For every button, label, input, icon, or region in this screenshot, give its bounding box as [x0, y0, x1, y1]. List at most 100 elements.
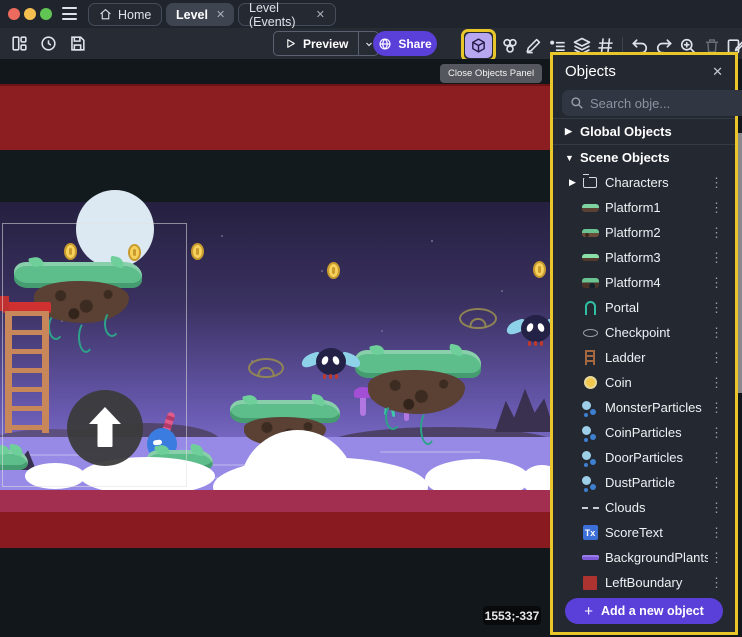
object-row[interactable]: ▶ Ladder ⋮: [553, 345, 735, 370]
plus-icon: +: [584, 603, 593, 620]
play-icon: [284, 37, 297, 50]
object-row[interactable]: ▶ ScoreText ⋮: [553, 520, 735, 545]
add-new-object-button[interactable]: + Add a new object: [565, 598, 723, 624]
close-window-button[interactable]: [8, 8, 20, 20]
kebab-menu-icon[interactable]: ⋮: [708, 325, 725, 341]
eye-outline-sketch[interactable]: [459, 308, 497, 329]
highlight-box-objects-button: [461, 29, 496, 62]
kebab-menu-icon[interactable]: ⋮: [708, 500, 725, 516]
kebab-menu-icon[interactable]: ⋮: [708, 200, 725, 216]
tab-home[interactable]: Home: [88, 3, 162, 26]
close-tab-icon[interactable]: ✕: [316, 8, 325, 21]
object-row[interactable]: ▶ Characters ⋮: [553, 170, 735, 195]
object-label: DoorParticles: [605, 450, 708, 465]
search-input[interactable]: [590, 96, 742, 111]
save-icon[interactable]: [67, 33, 88, 54]
object-thumbnail-icon: [581, 425, 599, 441]
history-icon[interactable]: [38, 33, 59, 54]
flying-monster[interactable]: [303, 346, 359, 382]
object-row[interactable]: ▶ BackgroundPlants ⋮: [553, 545, 735, 570]
object-row[interactable]: ▶ Platform2 ⋮: [553, 220, 735, 245]
object-thumbnail-icon: [581, 475, 599, 491]
kebab-menu-icon[interactable]: ⋮: [708, 375, 725, 391]
objects-panel: Objects ✕ ▶ Global Objects ▼ Scene Objec…: [550, 52, 738, 635]
panels-layout-icon[interactable]: [9, 33, 30, 54]
coin[interactable]: [327, 262, 340, 279]
kebab-menu-icon[interactable]: ⋮: [708, 575, 725, 591]
game-scene-viewport[interactable]: [0, 59, 550, 637]
object-thumbnail-icon: [581, 450, 599, 466]
kebab-menu-icon[interactable]: ⋮: [708, 450, 725, 466]
edit-pencil-icon[interactable]: [523, 35, 544, 56]
flying-monster[interactable]: [508, 313, 550, 349]
eye-outline-sketch[interactable]: [248, 358, 284, 378]
cursor-coordinates-badge: 1553;-337: [483, 606, 541, 625]
search-icon: [570, 96, 584, 110]
object-label: Clouds: [605, 500, 708, 515]
kebab-menu-icon[interactable]: ⋮: [708, 550, 725, 566]
object-groups-icon[interactable]: [499, 35, 520, 56]
kebab-menu-icon[interactable]: ⋮: [708, 300, 725, 316]
object-row[interactable]: ▶ LeftBoundary ⋮: [553, 570, 735, 595]
chevron-down-icon: ▼: [565, 153, 573, 163]
object-row[interactable]: ▶ Platform3 ⋮: [553, 245, 735, 270]
tab-label: Home: [118, 8, 151, 22]
kebab-menu-icon[interactable]: ⋮: [708, 275, 725, 291]
object-row[interactable]: ▶ Coin ⋮: [553, 370, 735, 395]
tab-level[interactable]: Level ✕: [166, 3, 234, 26]
kebab-menu-icon[interactable]: ⋮: [708, 525, 725, 541]
kebab-menu-icon[interactable]: ⋮: [708, 350, 725, 366]
object-row[interactable]: ▶ Clouds ⋮: [553, 495, 735, 520]
object-row[interactable]: ▶ DoorParticles ⋮: [553, 445, 735, 470]
minimize-window-button[interactable]: [24, 8, 36, 20]
object-label: Coin: [605, 375, 708, 390]
objects-panel-toggle-button[interactable]: [465, 33, 492, 58]
section-global-objects[interactable]: ▶ Global Objects: [553, 119, 735, 144]
kebab-menu-icon[interactable]: ⋮: [708, 400, 725, 416]
vine: [385, 404, 401, 430]
kebab-menu-icon[interactable]: ⋮: [708, 425, 725, 441]
gdevelop-window: Home Level ✕ Level (Events) ✕ Pr: [0, 0, 742, 637]
object-thumbnail-icon: [581, 525, 599, 541]
section-scene-objects[interactable]: ▼ Scene Objects: [553, 145, 735, 170]
kebab-menu-icon[interactable]: ⋮: [708, 475, 725, 491]
object-thumbnail-icon: [581, 400, 599, 416]
object-label: Ladder: [605, 350, 708, 365]
object-label: Platform1: [605, 200, 708, 215]
close-tab-icon[interactable]: ✕: [216, 8, 225, 21]
share-button[interactable]: Share: [373, 31, 437, 56]
object-thumbnail-icon: [581, 375, 599, 391]
close-panel-icon[interactable]: ✕: [712, 64, 723, 80]
object-thumbnail-icon: [581, 325, 599, 341]
tab-level-events[interactable]: Level (Events) ✕: [238, 3, 336, 26]
maximize-window-button[interactable]: [40, 8, 52, 20]
object-row[interactable]: ▶ DustParticle ⋮: [553, 470, 735, 495]
object-thumbnail-icon: [581, 275, 599, 291]
scene-bottom-band-crimson: [0, 490, 550, 512]
main-menu-icon[interactable]: [62, 7, 77, 20]
object-thumbnail-icon: [581, 225, 599, 241]
panel-scrollbar[interactable]: [738, 133, 742, 393]
object-row[interactable]: ▶ MonsterParticles ⋮: [553, 395, 735, 420]
coin[interactable]: [533, 261, 546, 278]
object-row[interactable]: ▶ CoinParticles ⋮: [553, 420, 735, 445]
kebab-menu-icon[interactable]: ⋮: [708, 175, 725, 191]
coin[interactable]: [191, 243, 204, 260]
search-box[interactable]: [562, 90, 742, 116]
object-label: Platform2: [605, 225, 708, 240]
object-thumbnail-icon: [581, 200, 599, 216]
kebab-menu-icon[interactable]: ⋮: [708, 250, 725, 266]
object-row[interactable]: ▶ Checkpoint ⋮: [553, 320, 735, 345]
object-label: MonsterParticles: [605, 400, 708, 415]
cube-icon: [470, 37, 487, 54]
object-row[interactable]: ▶ Portal ⋮: [553, 295, 735, 320]
object-row[interactable]: ▶ Platform4 ⋮: [553, 270, 735, 295]
selection-rectangle: [2, 223, 187, 487]
preview-button[interactable]: Preview: [274, 32, 358, 55]
object-row[interactable]: ▶ Platform1 ⋮: [553, 195, 735, 220]
objects-panel-title: Objects: [565, 63, 712, 80]
object-label: Checkpoint: [605, 325, 708, 340]
scene-bottom-band-red: [0, 512, 550, 548]
kebab-menu-icon[interactable]: ⋮: [708, 225, 725, 241]
vine: [420, 411, 436, 445]
